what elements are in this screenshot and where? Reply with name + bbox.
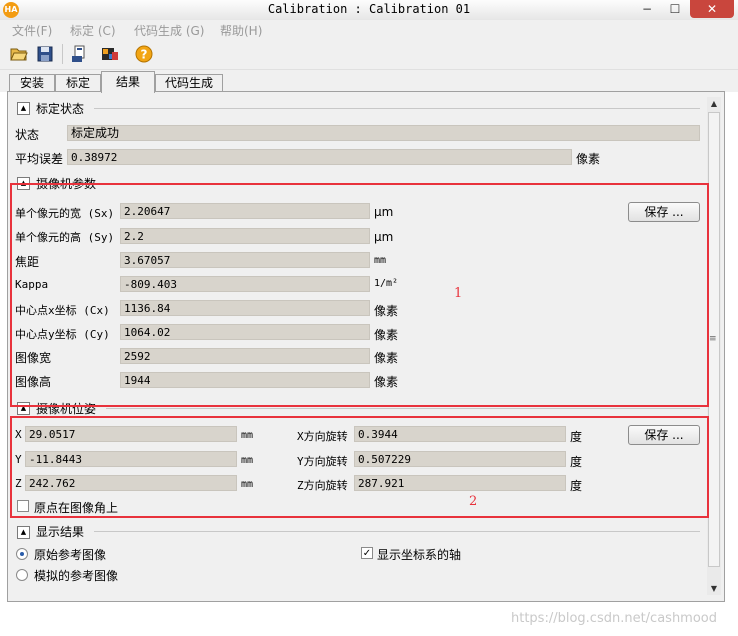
collapse-status-icon[interactable]: ▲ <box>17 102 30 115</box>
collapse-display-icon[interactable]: ▲ <box>17 526 30 539</box>
show-axes-checkbox[interactable]: ✓ <box>361 547 373 559</box>
maximize-button[interactable]: ☐ <box>662 0 688 18</box>
tab-results[interactable]: 结果 <box>101 71 155 93</box>
help-icon[interactable]: ? <box>134 44 154 64</box>
annotation-box-2 <box>10 416 709 518</box>
window-title: Calibration : Calibration 01 <box>267 2 471 16</box>
menu-codegen[interactable]: 代码生成 (G) <box>134 22 204 39</box>
toolbar-separator <box>62 44 63 64</box>
menu-file[interactable]: 文件(F) <box>12 22 52 39</box>
annotation-number-2: 2 <box>469 494 478 509</box>
scroll-up-icon[interactable]: ▲ <box>707 97 721 111</box>
group-divider <box>94 108 700 109</box>
menu-help[interactable]: 帮助(H) <box>220 22 262 39</box>
annotation-number-1: 1 <box>454 286 463 301</box>
open-folder-icon[interactable] <box>9 44 29 64</box>
section-title-status: 标定状态 <box>36 102 85 116</box>
group-divider <box>94 531 700 532</box>
minimize-button[interactable]: − <box>634 0 660 18</box>
simulated-image-radio[interactable] <box>16 569 28 581</box>
group-divider <box>106 408 700 409</box>
tab-setup[interactable]: 安装 <box>9 74 55 92</box>
tab-code-generation[interactable]: 代码生成 <box>155 74 223 92</box>
watermark: https://blog.csdn.net/cashmood <box>511 611 718 626</box>
simulated-image-label: 模拟的参考图像 <box>34 569 119 583</box>
save-icon[interactable] <box>35 44 55 64</box>
section-title-display: 显示结果 <box>36 525 85 539</box>
camera-icon[interactable] <box>100 44 120 64</box>
show-axes-label: 显示坐标系的轴 <box>377 548 462 562</box>
mean-error-unit: 像素 <box>576 152 601 166</box>
original-image-label: 原始参考图像 <box>34 548 107 562</box>
annotation-box-1 <box>10 183 709 407</box>
close-button[interactable]: ✕ <box>690 0 734 18</box>
scroll-down-icon[interactable]: ▼ <box>707 582 721 596</box>
mean-error-label: 平均误差 <box>15 152 64 166</box>
status-label: 状态 <box>15 128 40 142</box>
tab-calibration[interactable]: 标定 <box>55 74 101 92</box>
export-icon[interactable] <box>69 44 89 64</box>
original-image-radio[interactable] <box>16 548 28 560</box>
status-field: 标定成功 <box>67 125 700 141</box>
svg-text:?: ? <box>141 48 148 62</box>
mean-error-field: 0.38972 <box>67 149 572 165</box>
grip-icon: ≡ <box>709 334 717 344</box>
menu-calibration[interactable]: 标定 (C) <box>70 22 116 39</box>
